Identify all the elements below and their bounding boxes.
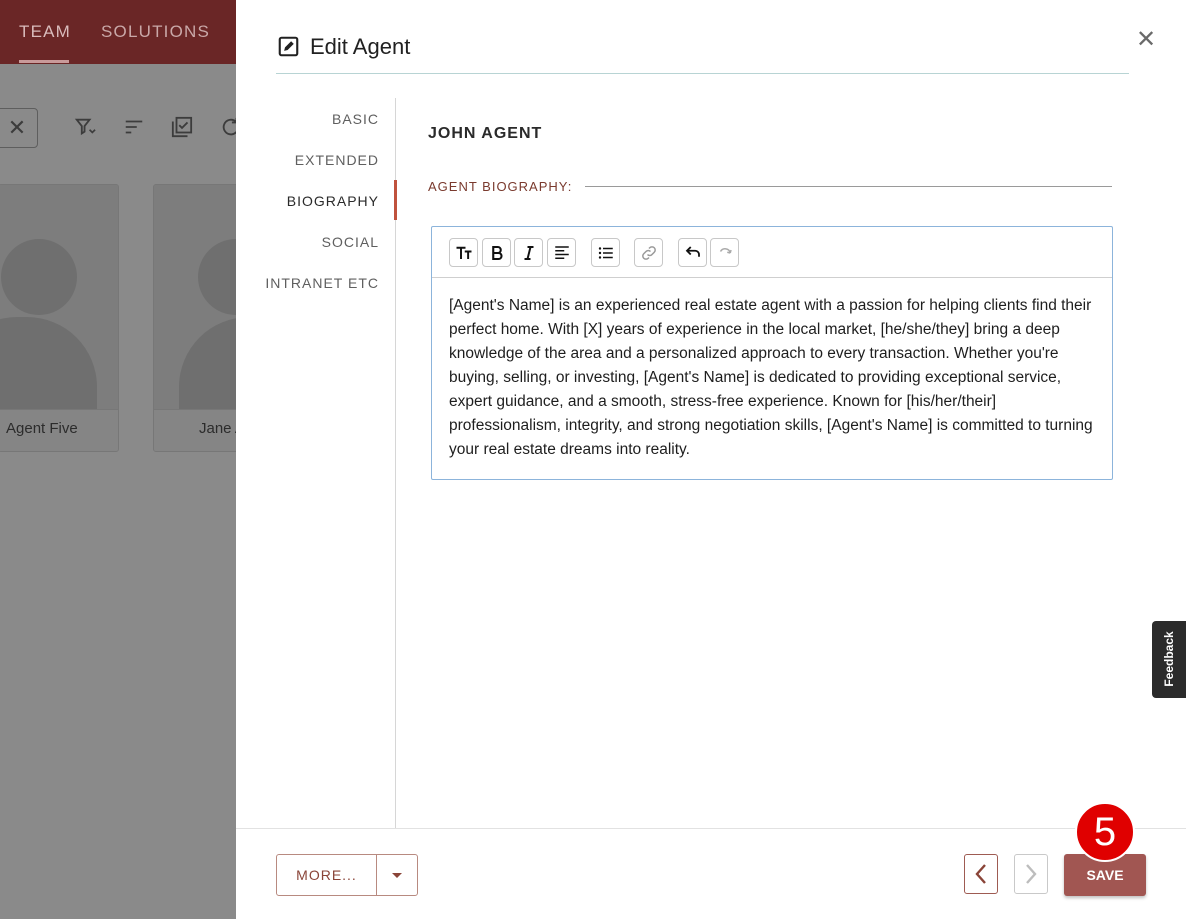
dialog-title: Edit Agent	[310, 34, 411, 59]
nav-item-basic[interactable]: BASIC	[332, 111, 379, 127]
sort-icon[interactable]	[123, 116, 145, 138]
section-divider	[585, 186, 1112, 187]
active-nav-indicator	[394, 180, 397, 220]
next-agent-button[interactable]	[1014, 854, 1048, 894]
nav-item-biography[interactable]: BIOGRAPHY	[287, 193, 379, 209]
avatar	[0, 185, 118, 447]
feedback-tab[interactable]: Feedback	[1152, 621, 1186, 698]
bulleted-list-icon	[598, 246, 613, 259]
edit-icon	[278, 36, 299, 57]
clear-search-button[interactable]: ✕	[0, 108, 38, 148]
step-number-badge: 5	[1075, 802, 1135, 862]
italic-icon	[524, 245, 533, 260]
section-label: AGENT BIOGRAPHY:	[428, 179, 573, 194]
agent-card-name: Agent Five	[0, 409, 118, 451]
nav-item-social[interactable]: SOCIAL	[322, 234, 379, 250]
agent-name-heading: JOHN AGENT	[428, 125, 543, 142]
tab-team[interactable]: TEAM	[19, 22, 71, 42]
filter-icon[interactable]	[74, 116, 96, 138]
nav-item-extended[interactable]: EXTENDED	[295, 152, 379, 168]
more-split-button: MORE...	[276, 854, 418, 896]
chevron-left-icon	[975, 864, 986, 884]
editor-toolbar	[432, 227, 1112, 278]
italic-button[interactable]	[514, 238, 543, 267]
more-button[interactable]: MORE...	[277, 855, 377, 895]
feedback-label: Feedback	[1162, 631, 1176, 687]
bold-button[interactable]	[482, 238, 511, 267]
link-icon	[641, 245, 656, 260]
undo-button[interactable]	[678, 238, 707, 267]
biography-editor[interactable]: [Agent's Name] is an experienced real es…	[431, 226, 1113, 480]
align-left-icon	[554, 245, 569, 259]
text-size-icon	[456, 246, 471, 259]
chevron-right-icon	[1026, 864, 1037, 884]
caret-down-icon	[392, 872, 402, 878]
select-all-icon[interactable]	[171, 116, 193, 138]
close-icon[interactable]: ✕	[1134, 28, 1158, 52]
redo-button[interactable]	[710, 238, 739, 267]
text-size-button[interactable]	[449, 238, 478, 267]
list-button[interactable]	[591, 238, 620, 267]
edit-agent-dialog: Edit Agent ✕ BASIC EXTENDED BIOGRAPHY SO…	[236, 0, 1186, 919]
redo-icon	[719, 247, 732, 254]
nav-item-intranet-etc[interactable]: INTRANET ETC	[265, 275, 379, 291]
link-button[interactable]	[634, 238, 663, 267]
tab-solutions[interactable]: SOLUTIONS	[101, 22, 210, 42]
dialog-header: Edit Agent	[276, 0, 1129, 74]
more-dropdown-toggle[interactable]	[377, 855, 417, 895]
previous-agent-button[interactable]	[964, 854, 998, 894]
active-tab-indicator	[19, 60, 69, 63]
align-button[interactable]	[547, 238, 576, 267]
undo-icon	[685, 245, 700, 257]
agent-card[interactable]: Agent Five	[0, 184, 119, 452]
dialog-side-nav: BASIC EXTENDED BIOGRAPHY SOCIAL INTRANET…	[236, 98, 397, 828]
biography-text[interactable]: [Agent's Name] is an experienced real es…	[449, 294, 1099, 462]
dialog-footer: MORE... SAVE	[236, 828, 1186, 919]
bold-icon	[491, 245, 502, 260]
